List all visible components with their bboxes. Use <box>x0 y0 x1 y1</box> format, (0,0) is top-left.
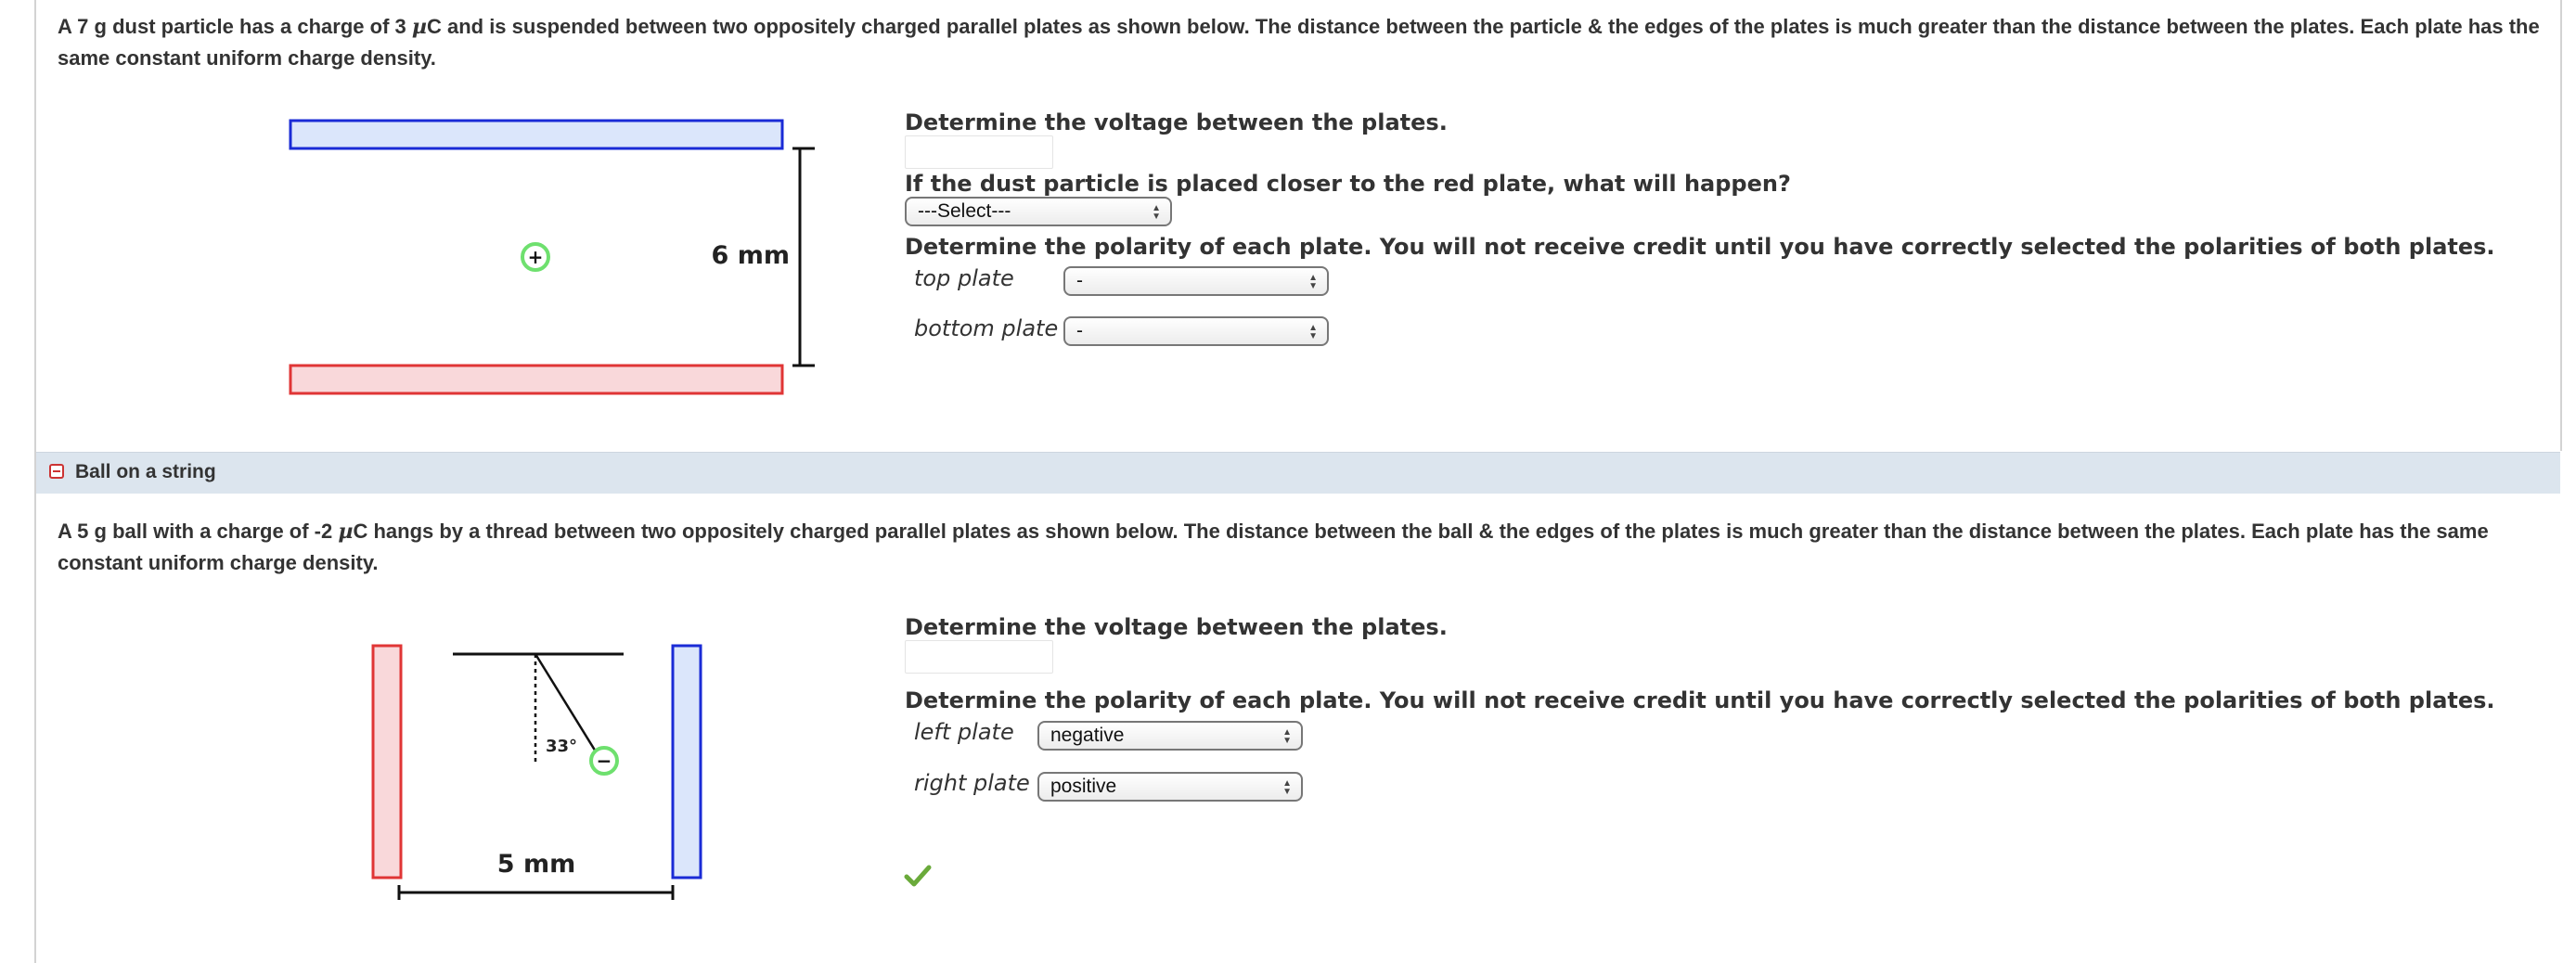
right-plate-blue <box>671 644 702 880</box>
distance-label: 5 mm <box>497 850 575 879</box>
problem2-statement: A 5 g ball with a charge of -2 µC hangs … <box>58 520 2489 574</box>
check-icon <box>904 865 932 887</box>
bottom-plate-red <box>289 364 784 395</box>
right-plate-select-value: positive <box>1050 776 1117 797</box>
ball-charge-sign: − <box>597 750 612 772</box>
section-title: Ball on a string <box>75 461 216 482</box>
p1-closer-select-value: ---Select--- <box>918 200 1011 222</box>
p2-voltage-input[interactable] <box>905 640 1053 674</box>
p1-closer-select[interactable]: ---Select--- ▲ ▼ <box>905 197 1172 226</box>
top-plate-blue <box>289 119 784 150</box>
angle-label: 33° <box>546 737 577 756</box>
left-plate-red <box>371 644 403 880</box>
bottom-plate-select[interactable]: - ▲ ▼ <box>1063 316 1329 346</box>
left-plate-label: left plate <box>914 719 1014 745</box>
left-plate-select-value: negative <box>1050 725 1125 746</box>
p1-voltage-question: Determine the voltage between the plates… <box>905 109 1448 135</box>
top-plate-label: top plate <box>914 265 1014 291</box>
p1-voltage-input[interactable] <box>905 135 1053 169</box>
bottom-plate-select-value: - <box>1076 320 1083 341</box>
problem1-statement: A 7 g dust particle has a charge of 3 µC… <box>58 15 2540 70</box>
content-right-border <box>2560 0 2562 451</box>
select-arrows-icon: ▲ ▼ <box>1282 727 1292 746</box>
right-plate-select[interactable]: positive ▲ ▼ <box>1037 772 1303 802</box>
right-plate-label: right plate <box>914 770 1030 796</box>
p1-polarity-question: Determine the polarity of each plate. Yo… <box>905 234 2495 260</box>
top-plate-select-value: - <box>1076 270 1083 291</box>
ball-on-string-figure: 33° − 5 mm <box>371 644 702 900</box>
parallel-plates-figure-1: 6 mm + <box>289 119 815 395</box>
bottom-plate-label: bottom plate <box>914 315 1059 341</box>
select-arrows-icon: ▲ ▼ <box>1282 778 1292 797</box>
section-header-ball-on-string[interactable]: Ball on a string <box>36 452 2560 494</box>
distance-label: 6 mm <box>712 241 790 270</box>
select-arrows-icon: ▲ ▼ <box>1152 203 1161 222</box>
particle-charge-sign: + <box>528 246 544 268</box>
top-plate-select[interactable]: - ▲ ▼ <box>1063 266 1329 296</box>
left-plate-select[interactable]: negative ▲ ▼ <box>1037 721 1303 751</box>
select-arrows-icon: ▲ ▼ <box>1308 323 1318 341</box>
select-arrows-icon: ▲ ▼ <box>1308 273 1318 291</box>
p2-voltage-question: Determine the voltage between the plates… <box>905 614 1448 640</box>
p2-polarity-question: Determine the polarity of each plate. Yo… <box>905 687 2495 713</box>
collapse-toggle-icon[interactable] <box>49 464 64 479</box>
p1-closer-question: If the dust particle is placed closer to… <box>905 171 1791 197</box>
